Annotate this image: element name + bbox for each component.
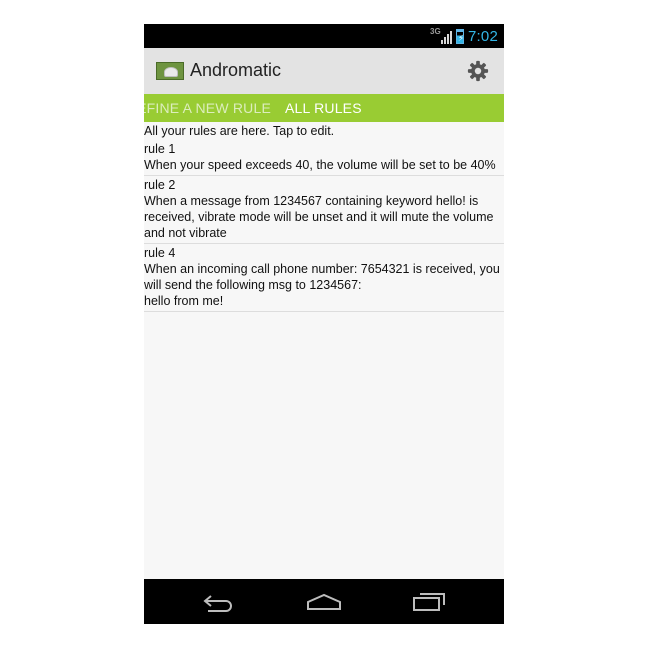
action-bar: Andromatic — [144, 48, 504, 95]
status-clock: 7:02 — [468, 27, 498, 45]
home-icon — [307, 593, 341, 610]
back-icon — [203, 595, 232, 612]
recents-button[interactable] — [409, 591, 449, 613]
rule-list-item[interactable]: rule 4 When an incoming call phone numbe… — [144, 244, 504, 312]
rule-name: rule 1 — [144, 142, 176, 156]
status-bar: 3G ⚡ 7:02 — [144, 24, 504, 48]
status-icons: 3G ⚡ 7:02 — [430, 26, 498, 46]
rule-name: rule 4 — [144, 246, 176, 260]
rule-name: rule 2 — [144, 178, 176, 192]
gear-icon — [467, 60, 489, 82]
rule-description: When a message from 1234567 containing k… — [144, 194, 494, 240]
rules-list: All your rules are here. Tap to edit. ru… — [144, 122, 504, 579]
home-button[interactable] — [304, 591, 344, 613]
app-title: Andromatic — [190, 60, 282, 80]
rule-description: When your speed exceeds 40, the volume w… — [144, 158, 496, 172]
battery-charging-icon: ⚡ — [456, 28, 464, 44]
signal-icon: 3G — [430, 27, 452, 45]
recents-icon — [413, 593, 445, 611]
phone-screen: 3G ⚡ 7:02 Andromatic EFINE A NEW RULE AL… — [144, 24, 504, 624]
navigation-bar — [144, 579, 504, 624]
app-icon[interactable] — [156, 62, 184, 80]
settings-button[interactable] — [466, 59, 490, 83]
back-button[interactable] — [199, 591, 239, 613]
rule-list-item[interactable]: rule 2 When a message from 1234567 conta… — [144, 176, 504, 244]
tab-all-rules[interactable]: ALL RULES — [285, 100, 362, 116]
rule-description: When an incoming call phone number: 7654… — [144, 262, 500, 308]
rule-list-item[interactable]: rule 1 When your speed exceeds 40, the v… — [144, 140, 504, 176]
tab-define-new-rule[interactable]: EFINE A NEW RULE — [144, 100, 271, 116]
network-type-label: 3G — [430, 27, 441, 36]
rules-intro-text: All your rules are here. Tap to edit. — [144, 124, 335, 138]
tab-strip: EFINE A NEW RULE ALL RULES — [144, 94, 504, 122]
